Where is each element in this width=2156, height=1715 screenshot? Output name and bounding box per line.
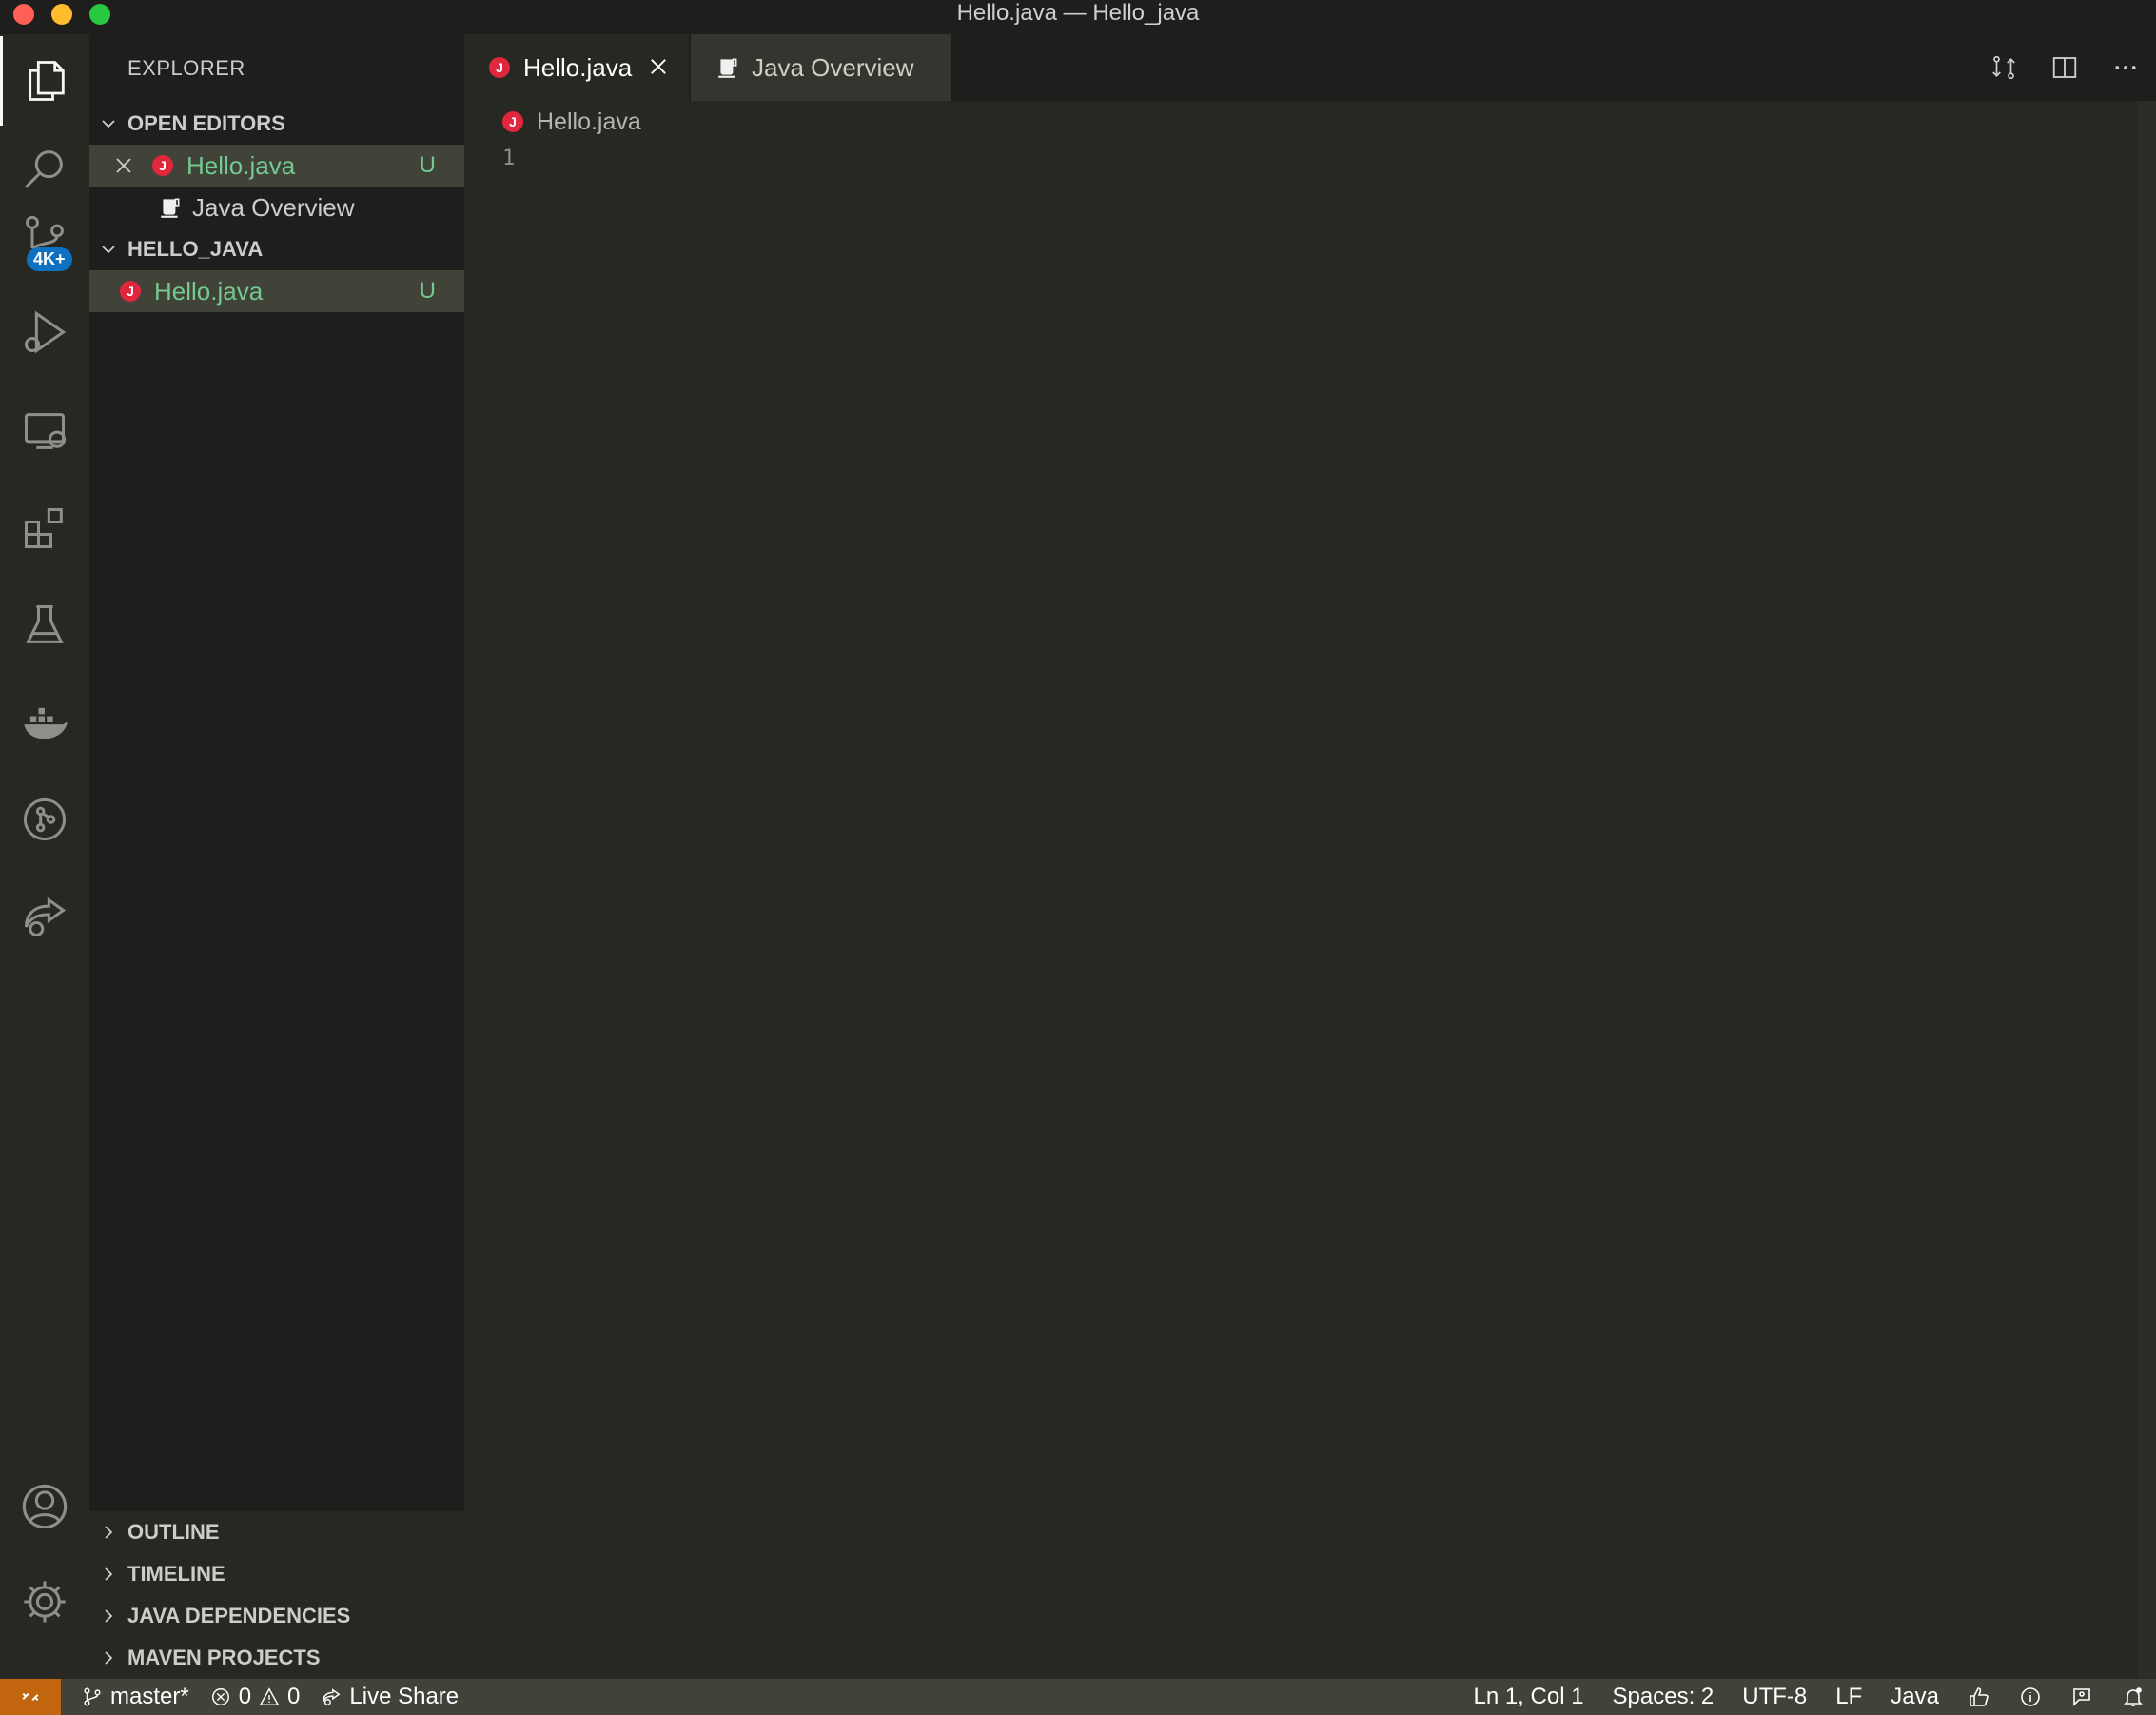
source-control-badge: 4K+ bbox=[27, 247, 72, 271]
error-icon bbox=[210, 1686, 231, 1707]
chevron-right-icon bbox=[89, 1565, 127, 1584]
accounts-feedback-icon[interactable] bbox=[2070, 1685, 2093, 1708]
warning-icon bbox=[259, 1686, 280, 1707]
window-title: Hello.java — Hello_java bbox=[956, 0, 1200, 26]
end-of-line[interactable]: LF bbox=[1835, 1684, 1862, 1710]
open-editors-label: OPEN EDITORS bbox=[127, 111, 285, 135]
tab-hello-java[interactable]: J Hello.java bbox=[464, 34, 689, 101]
file-label: Hello.java bbox=[154, 276, 264, 306]
remote-indicator-icon[interactable] bbox=[0, 1679, 61, 1715]
section-label: TIMELINE bbox=[127, 1562, 225, 1586]
maven-projects-section[interactable]: MAVEN PROJECTS bbox=[89, 1637, 464, 1679]
run-debug-icon[interactable] bbox=[0, 287, 89, 377]
folder-label: HELLO_JAVA bbox=[127, 237, 264, 261]
tab-java-overview[interactable]: Java Overview bbox=[691, 34, 951, 101]
java-dependencies-section[interactable]: JAVA DEPENDENCIES bbox=[89, 1595, 464, 1637]
encoding[interactable]: UTF-8 bbox=[1742, 1684, 1807, 1710]
live-share-icon[interactable] bbox=[0, 872, 89, 961]
live-share-button[interactable]: Live Share bbox=[321, 1684, 459, 1710]
editor-actions bbox=[1973, 34, 2156, 101]
folder-header[interactable]: HELLO_JAVA bbox=[89, 228, 464, 270]
warning-count: 0 bbox=[287, 1684, 301, 1709]
extensions-icon[interactable] bbox=[0, 483, 89, 573]
tab-bar: J Hello.java Java Overview bbox=[464, 34, 2156, 101]
chevron-down-icon bbox=[89, 240, 127, 259]
language-mode[interactable]: Java bbox=[1891, 1684, 1939, 1710]
feedback-icon[interactable] bbox=[1968, 1685, 1990, 1708]
split-editor-icon[interactable] bbox=[2034, 53, 2095, 82]
java-file-icon: J bbox=[120, 281, 141, 302]
settings-gear-icon[interactable] bbox=[0, 1557, 89, 1646]
chevron-right-icon bbox=[89, 1523, 127, 1542]
open-editors-header[interactable]: OPEN EDITORS bbox=[89, 103, 464, 145]
java-file-icon: J bbox=[502, 111, 523, 132]
java-overview-icon bbox=[715, 55, 740, 80]
notifications-bell-icon[interactable] bbox=[2122, 1685, 2145, 1708]
source-control-icon[interactable]: 4K+ bbox=[0, 192, 89, 282]
untracked-status: U bbox=[419, 152, 436, 178]
testing-icon[interactable] bbox=[0, 581, 89, 670]
chevron-down-icon bbox=[89, 114, 127, 133]
chevron-right-icon bbox=[89, 1607, 127, 1626]
open-editor-item-java-overview[interactable]: Java Overview bbox=[89, 187, 464, 228]
outline-section[interactable]: OUTLINE bbox=[89, 1511, 464, 1553]
breadcrumb[interactable]: J Hello.java bbox=[464, 101, 2156, 143]
branch-name: master* bbox=[110, 1684, 189, 1709]
java-file-icon: J bbox=[489, 57, 510, 78]
info-icon[interactable] bbox=[2019, 1685, 2042, 1708]
explorer-sidebar: EXPLORER OPEN EDITORS J Hello.java U Jav… bbox=[89, 34, 464, 1679]
docker-icon[interactable] bbox=[0, 678, 89, 767]
tab-label: Java Overview bbox=[752, 52, 914, 82]
live-share-icon bbox=[321, 1686, 342, 1707]
cursor-position[interactable]: Ln 1, Col 1 bbox=[1473, 1684, 1583, 1710]
git-branch-icon bbox=[82, 1686, 103, 1707]
live-share-label: Live Share bbox=[349, 1684, 460, 1709]
section-label: OUTLINE bbox=[127, 1520, 220, 1544]
error-count: 0 bbox=[238, 1684, 252, 1709]
java-file-icon: J bbox=[152, 155, 173, 176]
timeline-section[interactable]: TIMELINE bbox=[89, 1553, 464, 1595]
more-actions-icon[interactable] bbox=[2095, 53, 2156, 82]
open-changes-icon[interactable] bbox=[1973, 53, 2034, 82]
editor-scrollbar[interactable] bbox=[2137, 101, 2156, 1679]
activity-bar: 4K+ bbox=[0, 34, 89, 1679]
tab-label: Hello.java bbox=[523, 52, 633, 82]
open-editor-label: Java Overview bbox=[192, 192, 355, 222]
status-bar: master* 0 0 Live Share Ln 1, Col 1 Space… bbox=[0, 1679, 2156, 1715]
line-number: 1 bbox=[502, 147, 516, 170]
breadcrumb-file[interactable]: Hello.java bbox=[537, 108, 641, 136]
indentation[interactable]: Spaces: 2 bbox=[1613, 1684, 1715, 1710]
editor-area: J Hello.java Java Overview J Hello.java … bbox=[464, 34, 2156, 1679]
section-label: JAVA DEPENDENCIES bbox=[127, 1604, 351, 1627]
sidebar-bottom-sections: OUTLINE TIMELINE JAVA DEPENDENCIES MAVEN… bbox=[89, 1511, 464, 1679]
sidebar-title: EXPLORER bbox=[127, 56, 245, 80]
chevron-right-icon bbox=[89, 1648, 127, 1667]
open-editor-item-hello-java[interactable]: J Hello.java U bbox=[89, 145, 464, 187]
problems-indicator[interactable]: 0 0 bbox=[210, 1684, 301, 1710]
open-editor-label: Hello.java bbox=[186, 150, 296, 180]
untracked-status: U bbox=[419, 278, 436, 304]
remote-explorer-icon[interactable] bbox=[0, 386, 89, 476]
gitlens-icon[interactable] bbox=[0, 775, 89, 864]
close-tab-icon[interactable] bbox=[647, 55, 670, 78]
status-bar-right: Ln 1, Col 1 Spaces: 2 UTF-8 LF Java bbox=[1473, 1679, 2156, 1715]
close-editor-icon[interactable] bbox=[114, 156, 152, 175]
explorer-icon[interactable] bbox=[0, 36, 89, 126]
accounts-icon[interactable] bbox=[0, 1462, 89, 1551]
branch-indicator[interactable]: master* bbox=[82, 1684, 189, 1710]
title-bar: Hello.java — Hello_java bbox=[0, 0, 2156, 34]
java-overview-icon bbox=[158, 195, 183, 220]
section-label: MAVEN PROJECTS bbox=[127, 1646, 321, 1669]
file-item-hello-java[interactable]: J Hello.java U bbox=[89, 270, 464, 312]
